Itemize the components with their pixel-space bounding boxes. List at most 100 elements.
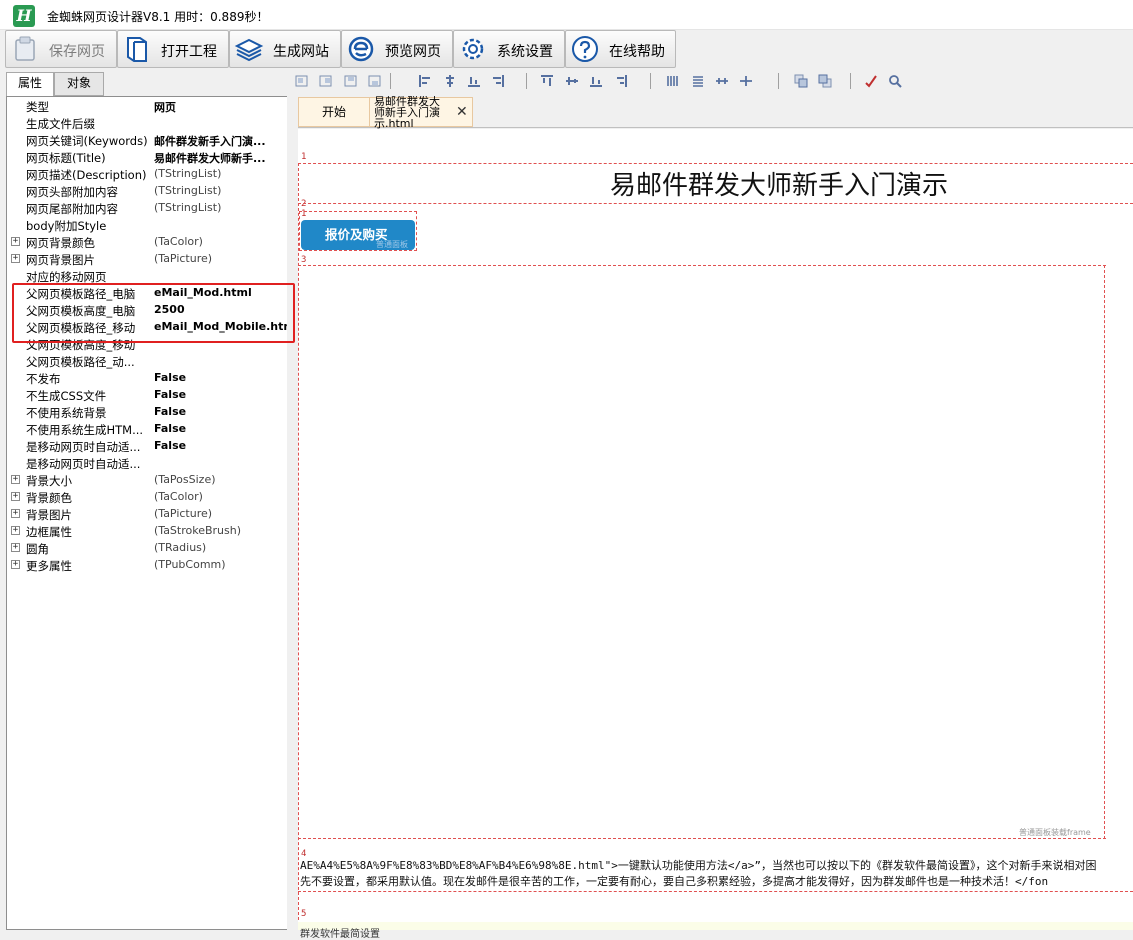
- property-value[interactable]: (TaPosSize): [154, 473, 290, 486]
- property-row[interactable]: + 背景颜色 (TaColor): [7, 489, 292, 506]
- property-name: 不使用系统生成HTM...: [26, 423, 144, 437]
- online-help-button[interactable]: 在线帮助: [565, 30, 676, 68]
- file-tab-label: 易邮件群发大师新手入门演示.html: [374, 96, 440, 129]
- align-left-edge-icon[interactable]: [295, 74, 309, 88]
- align-center-h-icon[interactable]: [443, 74, 457, 88]
- align-right-icon[interactable]: [491, 74, 505, 88]
- property-value[interactable]: 易邮件群发大师新手...: [154, 150, 290, 166]
- property-value[interactable]: (TaPicture): [154, 507, 290, 520]
- same-width-icon[interactable]: [666, 74, 680, 88]
- tab-start[interactable]: 开始: [298, 97, 370, 127]
- property-value[interactable]: 网页: [154, 99, 290, 115]
- page-title[interactable]: 易邮件群发大师新手入门演示: [610, 165, 948, 202]
- save-page-label: 保存网页: [49, 44, 105, 60]
- generate-site-button[interactable]: 生成网站: [229, 30, 341, 68]
- same-height-icon[interactable]: [691, 74, 705, 88]
- bring-front-icon[interactable]: [794, 74, 808, 88]
- property-row[interactable]: + 圆角 (TRadius): [7, 540, 292, 557]
- generate-site-label: 生成网站: [273, 44, 329, 60]
- property-name: 圆角: [26, 542, 49, 556]
- property-row[interactable]: 父网页模板路径_动...: [7, 353, 292, 370]
- system-settings-button[interactable]: 系统设置: [453, 30, 565, 68]
- property-row[interactable]: 不使用系统背景 False: [7, 404, 292, 421]
- find-icon[interactable]: [888, 74, 902, 88]
- spell-check-icon[interactable]: [864, 74, 878, 88]
- property-row[interactable]: 不使用系统生成HTM... False: [7, 421, 292, 438]
- property-value[interactable]: (TaColor): [154, 490, 290, 503]
- property-grid-scrollbar[interactable]: [287, 96, 293, 930]
- expand-plus-icon[interactable]: +: [11, 543, 20, 552]
- distribute-middle-icon[interactable]: [565, 74, 579, 88]
- property-value[interactable]: (TStringList): [154, 184, 290, 197]
- ie-browser-icon: [348, 36, 374, 62]
- guide-line: [298, 203, 1133, 204]
- document-tabs: 开始 易邮件群发大师新手入门演示.html ✕: [298, 95, 1133, 129]
- expand-plus-icon[interactable]: +: [11, 492, 20, 501]
- expand-plus-icon[interactable]: +: [11, 509, 20, 518]
- html-source-line: AE%A4%E5%8A%9F%E8%83%BD%E8%AF%B4%E6%98%8…: [300, 859, 1097, 872]
- space-vertical-icon[interactable]: [739, 74, 753, 88]
- distribute-right-icon[interactable]: [614, 74, 628, 88]
- toolbar-separator: [850, 73, 851, 89]
- tab-properties[interactable]: 属性: [6, 72, 54, 97]
- property-row[interactable]: + 背景大小 (TaPosSize): [7, 472, 292, 489]
- align-right-edge-icon[interactable]: [319, 74, 333, 88]
- property-value[interactable]: (TaColor): [154, 235, 290, 248]
- expand-plus-icon[interactable]: +: [11, 560, 20, 569]
- property-row[interactable]: 生成文件后缀: [7, 115, 292, 132]
- property-value[interactable]: (TRadius): [154, 541, 290, 554]
- expand-plus-icon[interactable]: +: [11, 254, 20, 263]
- property-value[interactable]: (TStringList): [154, 167, 290, 180]
- property-row[interactable]: 网页描述(Description) (TStringList): [7, 166, 292, 183]
- distribute-top-icon[interactable]: [540, 74, 554, 88]
- property-value[interactable]: False: [154, 439, 290, 452]
- row-number: 2: [301, 199, 307, 209]
- send-back-icon[interactable]: [818, 74, 832, 88]
- distribute-bottom-icon[interactable]: [589, 74, 603, 88]
- tab-current-file[interactable]: 易邮件群发大师新手入门演示.html ✕: [369, 96, 473, 129]
- align-bottom-edge-icon[interactable]: [368, 74, 382, 88]
- toolbar-separator: [650, 73, 651, 89]
- property-value[interactable]: False: [154, 405, 290, 418]
- property-value[interactable]: (TStringList): [154, 201, 290, 214]
- property-value[interactable]: False: [154, 388, 290, 401]
- align-top-edge-icon[interactable]: [344, 74, 358, 88]
- save-page-button[interactable]: 保存网页: [5, 30, 117, 68]
- property-row[interactable]: 网页标题(Title) 易邮件群发大师新手...: [7, 149, 292, 166]
- property-row[interactable]: + 背景图片 (TaPicture): [7, 506, 292, 523]
- close-tab-icon[interactable]: ✕: [456, 104, 468, 120]
- align-bottom-icon[interactable]: [467, 74, 481, 88]
- property-row[interactable]: 是移动网页时自动适... False: [7, 438, 292, 455]
- property-value[interactable]: False: [154, 422, 290, 435]
- space-horizontal-icon[interactable]: [715, 74, 729, 88]
- design-canvas[interactable]: 1 易邮件群发大师新手入门演示 2 1 报价及购买 普通面板 3 普通面板装载f…: [298, 129, 1133, 940]
- property-row[interactable]: 是移动网页时自动适...: [7, 455, 292, 472]
- property-value[interactable]: 邮件群发新手入门演...: [154, 133, 290, 149]
- align-left-icon[interactable]: [418, 74, 432, 88]
- property-row[interactable]: 网页关键词(Keywords) 邮件群发新手入门演...: [7, 132, 292, 149]
- tab-objects[interactable]: 对象: [54, 72, 104, 96]
- property-value[interactable]: (TaStrokeBrush): [154, 524, 290, 537]
- property-name: 背景颜色: [26, 491, 72, 505]
- property-name: 不生成CSS文件: [26, 389, 107, 403]
- property-row[interactable]: body附加Style: [7, 217, 292, 234]
- property-value[interactable]: (TaPicture): [154, 252, 290, 265]
- property-value[interactable]: False: [154, 371, 290, 384]
- property-row[interactable]: 类型 网页: [7, 98, 292, 115]
- expand-plus-icon[interactable]: +: [11, 526, 20, 535]
- save-icon: [15, 36, 35, 61]
- property-value[interactable]: (TPubComm): [154, 558, 290, 571]
- open-project-button[interactable]: 打开工程: [117, 30, 229, 68]
- preview-page-button[interactable]: 预览网页: [341, 30, 453, 68]
- property-row[interactable]: 不发布 False: [7, 370, 292, 387]
- property-row[interactable]: + 网页背景图片 (TaPicture): [7, 251, 292, 268]
- property-row[interactable]: + 更多属性 (TPubComm): [7, 557, 292, 574]
- property-row[interactable]: + 网页背景颜色 (TaColor): [7, 234, 292, 251]
- expand-plus-icon[interactable]: +: [11, 237, 20, 246]
- property-row[interactable]: 网页尾部附加内容 (TStringList): [7, 200, 292, 217]
- guide-line: [298, 163, 1133, 164]
- property-row[interactable]: 网页头部附加内容 (TStringList): [7, 183, 292, 200]
- property-row[interactable]: 不生成CSS文件 False: [7, 387, 292, 404]
- expand-plus-icon[interactable]: +: [11, 475, 20, 484]
- property-row[interactable]: + 边框属性 (TaStrokeBrush): [7, 523, 292, 540]
